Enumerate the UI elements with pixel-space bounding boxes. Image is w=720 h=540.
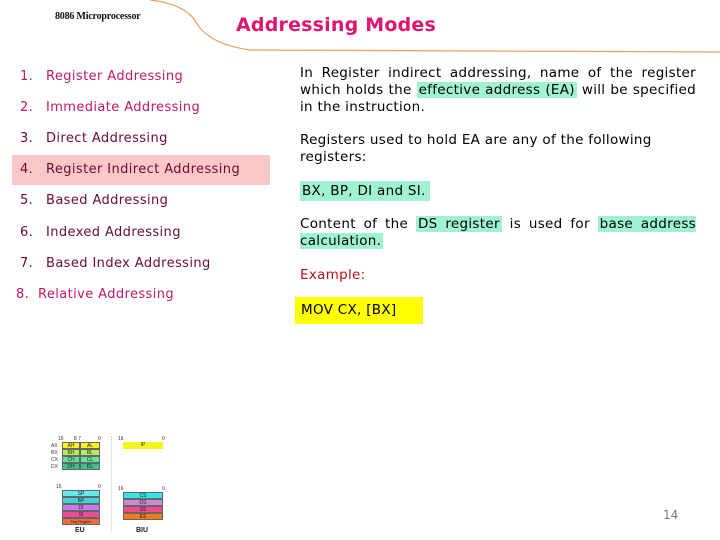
register-low-byte: BL bbox=[80, 449, 100, 456]
mode-item-immediate[interactable]: 2. Immediate Addressing bbox=[12, 93, 270, 123]
register-low-byte: CL bbox=[80, 456, 100, 463]
register-diagram: 15 8 7 0 AX AH AL BX BH BL CX CH CL DX DH DL 16 0 IP 15 0 SP… bbox=[48, 436, 168, 540]
mode-item-register[interactable]: 1. Register Addressing bbox=[12, 62, 270, 92]
mode-label: Register Indirect Addressing bbox=[46, 162, 241, 177]
register-low-byte: AL bbox=[80, 442, 100, 449]
mode-item-direct[interactable]: 3. Direct Addressing bbox=[12, 124, 270, 154]
register-list: BX, BP, DI and SI. bbox=[300, 181, 696, 201]
register-high-byte: CH bbox=[62, 456, 80, 463]
segment-register: SS bbox=[123, 506, 163, 513]
mode-label: Indexed Addressing bbox=[46, 225, 181, 240]
pointer-index-register: Flag Register bbox=[62, 518, 100, 525]
register-high-byte: AH bbox=[62, 442, 80, 449]
mode-number: 6. bbox=[20, 225, 34, 240]
description-paragraph: In Register indirect addressing, name of… bbox=[300, 65, 696, 116]
highlight-ds-register: DS register bbox=[415, 216, 502, 232]
bit-label: 15 bbox=[56, 484, 62, 490]
register-low-byte: DL bbox=[80, 463, 100, 470]
registers-paragraph: Registers used to hold EA are any of the… bbox=[300, 132, 652, 165]
mode-label: Based Index Addressing bbox=[46, 256, 211, 271]
example-label: Example: bbox=[300, 267, 366, 283]
mode-item-indexed[interactable]: 6. Indexed Addressing bbox=[12, 218, 270, 248]
slide-title: Addressing Modes bbox=[236, 14, 436, 36]
segment-register: DS bbox=[123, 499, 163, 506]
register-high-byte: BH bbox=[62, 449, 80, 456]
mode-label: Relative Addressing bbox=[38, 287, 175, 302]
eu-label: EU bbox=[75, 527, 85, 534]
mode-number: 7. bbox=[20, 256, 34, 271]
mode-item-relative[interactable]: 8. Relative Addressing bbox=[12, 280, 270, 310]
highlight-effective-address: effective address (EA) bbox=[416, 82, 577, 98]
mode-number: 2. bbox=[20, 100, 34, 115]
mode-item-register-indirect[interactable]: 4. Register Indirect Addressing bbox=[12, 155, 270, 185]
example-code: MOV CX, [BX] bbox=[295, 297, 423, 324]
pointer-index-register: SP bbox=[62, 490, 100, 497]
mode-number: 1. bbox=[20, 69, 34, 84]
pointer-index-register: SI bbox=[62, 511, 100, 518]
pointer-index-register: DI bbox=[62, 504, 100, 511]
register-name: DX bbox=[51, 464, 58, 470]
diagram-divider bbox=[111, 436, 112, 532]
highlight-registers: BX, BP, DI and SI. bbox=[300, 181, 430, 201]
segment-register: CS bbox=[123, 492, 163, 499]
mode-number: 5. bbox=[20, 193, 34, 208]
mode-number: 4. bbox=[20, 162, 34, 177]
page-number: 14 bbox=[663, 508, 679, 522]
mode-item-based[interactable]: 5. Based Addressing bbox=[12, 186, 270, 216]
text: is used for bbox=[501, 216, 598, 232]
register-high-byte: DH bbox=[62, 463, 80, 470]
instruction-pointer: IP bbox=[123, 442, 163, 449]
pointer-index-register: BP bbox=[62, 497, 100, 504]
register-name: AX bbox=[51, 443, 58, 449]
register-name: BX bbox=[51, 450, 58, 456]
biu-label: BIU bbox=[136, 527, 149, 534]
mode-label: Register Addressing bbox=[46, 69, 184, 84]
segment-register: ES bbox=[123, 513, 163, 520]
mode-label: Based Addressing bbox=[46, 193, 169, 208]
text: Content of the bbox=[300, 216, 416, 232]
mode-number: 3. bbox=[20, 131, 34, 146]
mode-label: Direct Addressing bbox=[46, 131, 168, 146]
mode-number: 8. bbox=[16, 287, 30, 302]
mode-label: Immediate Addressing bbox=[46, 100, 201, 115]
ds-paragraph: Content of the DS register is used for b… bbox=[300, 216, 696, 250]
mode-item-based-index[interactable]: 7. Based Index Addressing bbox=[12, 249, 270, 279]
register-name: CX bbox=[51, 457, 58, 463]
